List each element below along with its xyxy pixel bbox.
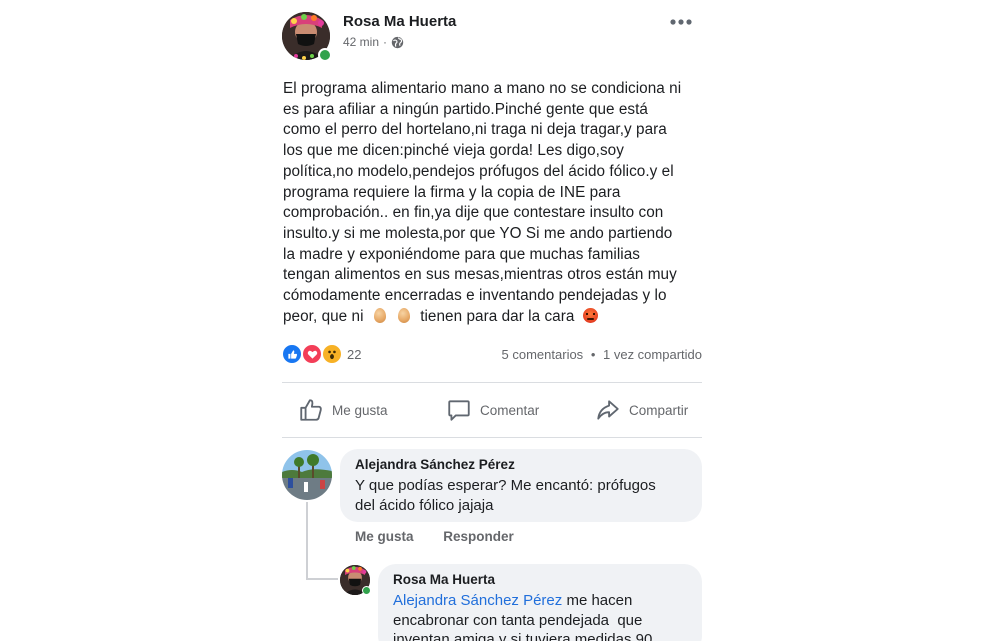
comment-text: Y que podías esperar? Me encantó: prófug… <box>355 476 656 516</box>
reaction-count[interactable]: 22 <box>347 347 361 362</box>
meta-separator: · <box>383 35 388 49</box>
mention-link[interactable]: Alejandra Sánchez Pérez <box>393 592 562 609</box>
commenter-avatar[interactable] <box>282 450 332 500</box>
egg-emoji-icon <box>397 307 410 323</box>
post-text-line: es para afiliar a ningún partido.Pinché … <box>283 100 648 118</box>
angry-face-icon <box>582 307 598 323</box>
post-text-last-end: tienen para dar la cara <box>420 307 575 325</box>
commenter-avatar-image <box>282 450 332 500</box>
post-header: Rosa Ma Huerta 42 min · <box>282 10 702 64</box>
post-text-line: como el perro del hortelano,ni traga ni … <box>283 121 667 139</box>
comment-bubble-icon <box>448 400 470 421</box>
post-text-line: El programa alimentario mano a mano no s… <box>283 80 682 97</box>
reply-thread-connector <box>306 578 338 580</box>
comment-text-line: del ácido fólico jajaja <box>355 497 494 514</box>
comment-reply-button[interactable]: Responder <box>443 529 514 544</box>
globe-icon <box>391 36 404 49</box>
comment-author-name[interactable]: Alejandra Sánchez Pérez <box>355 457 515 472</box>
reaction-summary[interactable] <box>282 344 346 364</box>
reply-text-first-rest: me hacen <box>562 592 633 609</box>
reply-text-line: Alejandra Sánchez Pérez me hacen <box>393 591 652 611</box>
post-more-options-button[interactable] <box>666 12 696 32</box>
like-button[interactable]: Me gusta <box>298 396 388 424</box>
post-text-line: cómodamente encerradas e inventando pend… <box>283 287 667 305</box>
facebook-post-screen: Rosa Ma Huerta 42 min · El programa alim… <box>0 0 991 641</box>
online-status-indicator <box>362 586 371 595</box>
reply-text-line: inventan amiga,y si tuviera medidas 90 <box>393 631 653 641</box>
egg-emoji-icon <box>373 307 386 323</box>
reply-text-line: encabronar con tanta pendejada que <box>393 611 643 629</box>
divider-bottom <box>282 437 702 438</box>
post-body-text: El programa alimentario mano a mano no s… <box>283 79 708 327</box>
comment-button[interactable]: Comentar <box>446 396 539 424</box>
like-reaction-icon <box>282 344 302 364</box>
post-text-line: programa requiere la firma y la copia de… <box>283 183 621 201</box>
shares-count-link[interactable]: 1 vez compartido <box>603 347 702 362</box>
post-text-line: la madre y exponiéndome para que muchas … <box>283 245 640 263</box>
post-text-line: política,no modelo,pendejos prófugos del… <box>283 162 674 180</box>
comment-like-button[interactable]: Me gusta <box>355 529 414 544</box>
post-text-last-line: peor, que ni tienen para dar la cara <box>283 307 708 328</box>
post-timestamp[interactable]: 42 min <box>343 35 379 49</box>
reply-author-name[interactable]: Rosa Ma Huerta <box>393 572 495 587</box>
thumbs-up-icon <box>300 399 322 421</box>
post-stats-row: 22 5 comentarios • 1 vez compartido <box>282 343 702 365</box>
post-text-line: comprobación.. en fin,ya dije que contes… <box>283 204 664 222</box>
post-text-line: los que me dicen:pinché vieja gorda! Les… <box>283 142 624 160</box>
post-actions-bar: Me gusta Comentar Compartir <box>282 386 702 436</box>
share-arrow-icon <box>597 400 619 420</box>
reply-thread-line <box>306 502 308 580</box>
reply-bubble: Rosa Ma Huerta Alejandra Sánchez Pérez m… <box>378 564 702 641</box>
post-meta: 42 min · <box>343 35 404 49</box>
comment-text-line: Y que podías esperar? Me encantó: prófug… <box>355 477 656 494</box>
online-status-indicator <box>318 48 332 62</box>
wow-reaction-icon <box>322 344 342 364</box>
reply-text: Alejandra Sánchez Pérez me hacen encabro… <box>393 591 652 641</box>
post-text-line: insulto.y si me molesta,por que YO Si me… <box>283 224 673 242</box>
divider-top <box>282 382 702 383</box>
more-horizontal-icon <box>670 19 692 25</box>
share-button-label: Compartir <box>629 402 689 418</box>
post-text-last-start: peor, que ni <box>283 307 364 325</box>
post-author-name[interactable]: Rosa Ma Huerta <box>343 13 456 30</box>
stats-separator: • <box>590 347 596 362</box>
comment-bubble: Alejandra Sánchez Pérez Y que podías esp… <box>340 449 702 522</box>
love-reaction-icon <box>302 344 322 364</box>
share-button[interactable]: Compartir <box>595 396 688 424</box>
comments-count-link[interactable]: 5 comentarios <box>502 347 584 362</box>
like-button-label: Me gusta <box>332 402 388 418</box>
post-text-line: tengan alimentos en sus mesas,mientras o… <box>283 266 677 284</box>
comment-actions: Me gusta Responder <box>355 529 514 544</box>
comments-shares-summary: 5 comentarios • 1 vez compartido <box>502 347 702 362</box>
comment-button-label: Comentar <box>480 402 540 418</box>
